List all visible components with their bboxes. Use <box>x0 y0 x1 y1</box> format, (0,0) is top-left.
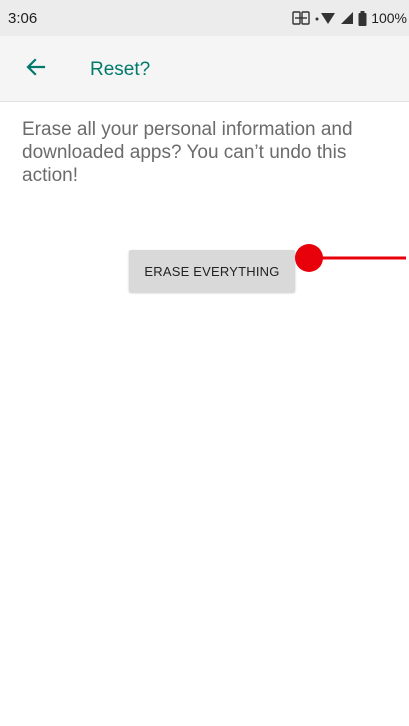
battery-icon <box>358 10 367 26</box>
touch-indicator <box>295 244 406 272</box>
page-title: Reset? <box>90 59 151 80</box>
battery-percent: 100% <box>371 10 407 26</box>
app-bar: Reset? <box>0 36 409 102</box>
back-button[interactable] <box>20 53 52 85</box>
reset-warning-message: Erase all your personal information and … <box>22 119 353 186</box>
nfc-icon <box>292 11 310 25</box>
status-icons: 100% <box>292 10 409 26</box>
touch-point <box>295 244 323 272</box>
erase-everything-button[interactable]: ERASE EVERYTHING <box>129 250 295 292</box>
arrow-left-icon <box>26 57 46 82</box>
status-bar: 3:06 100% <box>0 0 409 36</box>
wifi-icon <box>314 11 336 25</box>
signal-icon <box>340 11 354 25</box>
status-time: 3:06 <box>8 9 38 27</box>
